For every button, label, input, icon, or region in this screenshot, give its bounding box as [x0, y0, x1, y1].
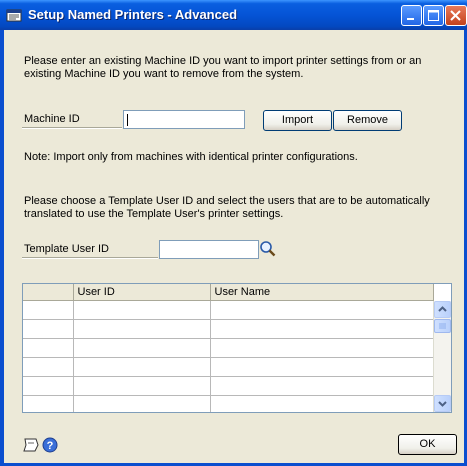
- grip-icon: [439, 323, 446, 329]
- close-button[interactable]: [445, 5, 467, 26]
- users-grid[interactable]: User ID User Name: [22, 283, 452, 413]
- table-row[interactable]: [23, 338, 434, 358]
- row-selector-cell[interactable]: [23, 357, 74, 377]
- row-selector-cell[interactable]: [23, 319, 74, 339]
- grid-column-user-name[interactable]: User Name: [210, 284, 434, 301]
- machine-id-input[interactable]: [123, 110, 245, 129]
- grid-column-selector[interactable]: [23, 284, 74, 301]
- app-icon: [6, 9, 22, 22]
- scroll-down-button[interactable]: [434, 395, 451, 412]
- template-user-id-input[interactable]: [159, 240, 259, 259]
- user-name-cell[interactable]: [210, 319, 434, 339]
- minimize-icon: [407, 18, 414, 20]
- template-user-lookup-button[interactable]: [259, 240, 277, 258]
- table-row[interactable]: [23, 357, 434, 377]
- user-id-cell[interactable]: [73, 357, 211, 377]
- close-icon: [450, 10, 461, 21]
- user-id-cell[interactable]: [73, 319, 211, 339]
- user-id-cell[interactable]: [73, 395, 211, 412]
- table-row[interactable]: [23, 300, 434, 320]
- ok-button[interactable]: OK: [398, 434, 457, 455]
- magnifier-icon: [260, 241, 276, 257]
- scroll-up-button[interactable]: [434, 301, 451, 318]
- maximize-icon: [428, 10, 439, 21]
- grid-header-row: User ID User Name: [23, 284, 434, 301]
- user-name-cell[interactable]: [210, 376, 434, 396]
- machine-id-underline: [22, 127, 122, 129]
- minimize-button[interactable]: [401, 5, 422, 26]
- grid-column-user-id[interactable]: User ID: [73, 284, 211, 301]
- user-name-cell[interactable]: [210, 300, 434, 320]
- help-icon[interactable]: ?: [42, 437, 58, 453]
- row-selector-cell[interactable]: [23, 376, 74, 396]
- title-bar[interactable]: Setup Named Printers - Advanced: [0, 0, 467, 30]
- user-name-cell[interactable]: [210, 357, 434, 377]
- table-row[interactable]: [23, 376, 434, 396]
- user-name-cell[interactable]: [210, 338, 434, 358]
- user-name-cell[interactable]: [210, 395, 434, 412]
- machine-id-label: Machine ID: [24, 113, 80, 125]
- table-row[interactable]: [23, 395, 434, 412]
- intro-text: Please enter an existing Machine ID you …: [24, 55, 422, 80]
- remove-button[interactable]: Remove: [333, 110, 402, 131]
- template-user-id-underline: [22, 257, 158, 259]
- svg-text:?: ?: [47, 440, 54, 452]
- row-selector-cell[interactable]: [23, 395, 74, 412]
- scroll-thumb[interactable]: [434, 319, 451, 333]
- maximize-button[interactable]: [423, 5, 444, 26]
- row-selector-cell[interactable]: [23, 300, 74, 320]
- note-icon[interactable]: [22, 437, 40, 453]
- text-caret: [127, 114, 128, 126]
- window-title: Setup Named Printers - Advanced: [28, 7, 238, 22]
- row-selector-cell[interactable]: [23, 338, 74, 358]
- user-id-cell[interactable]: [73, 338, 211, 358]
- chevron-up-icon: [438, 306, 447, 312]
- user-id-cell[interactable]: [73, 376, 211, 396]
- template-user-id-label: Template User ID: [24, 243, 109, 255]
- import-button[interactable]: Import: [263, 110, 332, 131]
- user-id-cell[interactable]: [73, 300, 211, 320]
- chevron-down-icon: [438, 401, 447, 407]
- window-frame-left: [0, 30, 4, 466]
- template-instructions: Please choose a Template User ID and sel…: [24, 195, 430, 220]
- grid-scrollbar[interactable]: [433, 301, 451, 412]
- table-row[interactable]: [23, 319, 434, 339]
- note-text: Note: Import only from machines with ide…: [24, 151, 358, 163]
